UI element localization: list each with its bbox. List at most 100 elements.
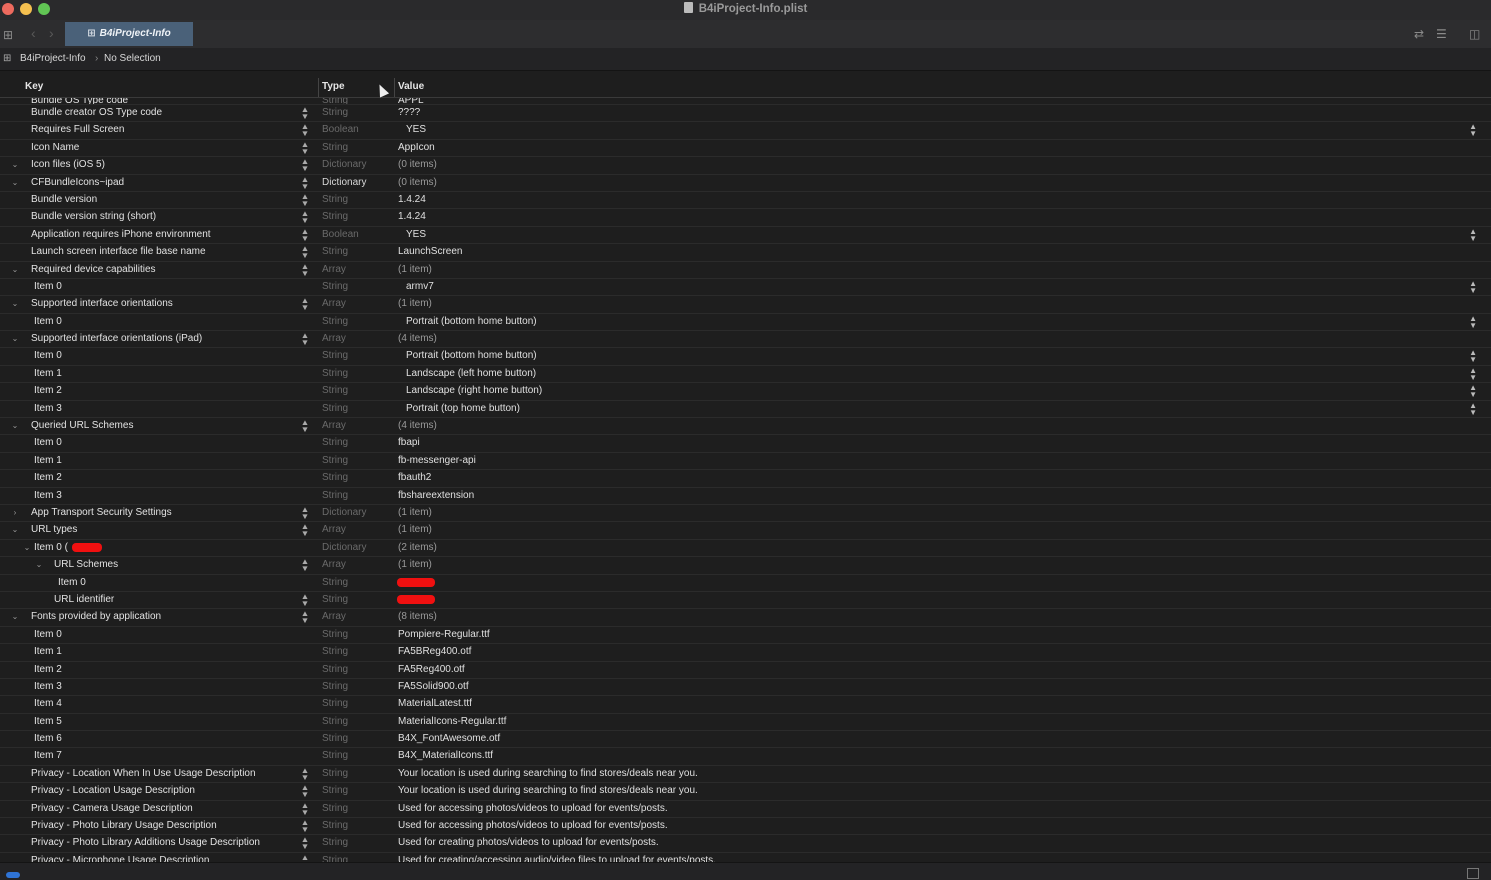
- table-row[interactable]: Requires Full Screen ▲ ▼ Boolean YES ▲ ▼: [0, 122, 1491, 140]
- row-type[interactable]: String: [322, 853, 348, 862]
- row-value[interactable]: FA5Reg400.otf: [398, 662, 465, 678]
- row-value[interactable]: AppIcon: [398, 140, 435, 156]
- key-stepper-icon[interactable]: ▲▼: [301, 210, 310, 225]
- table-row[interactable]: Item 1 String fb-messenger-api: [0, 453, 1491, 471]
- value-popup-icon[interactable]: ▲ ▼: [1469, 401, 1477, 416]
- row-type[interactable]: String: [322, 401, 348, 417]
- row-value[interactable]: (8 items): [398, 609, 437, 625]
- row-type[interactable]: String: [322, 435, 348, 451]
- key-stepper-icon[interactable]: ▲▼: [301, 419, 310, 434]
- table-row[interactable]: Privacy - Microphone Usage Description ▲▼…: [0, 853, 1491, 862]
- disclosure-open-icon[interactable]: ⌄: [10, 175, 20, 191]
- key-stepper-icon[interactable]: ▲▼: [301, 175, 310, 190]
- table-row[interactable]: Application requires iPhone environment ▲…: [0, 227, 1491, 245]
- row-value[interactable]: (2 items): [398, 540, 437, 556]
- row-type[interactable]: Dictionary: [322, 505, 366, 521]
- key-stepper-icon[interactable]: ▲▼: [301, 297, 310, 312]
- row-value[interactable]: YES: [406, 122, 426, 138]
- row-value[interactable]: Used for creating/accessing audio/video …: [398, 853, 716, 862]
- disclosure-open-icon[interactable]: ⌄: [22, 540, 32, 556]
- row-value[interactable]: Used for accessing photos/videos to uplo…: [398, 818, 668, 834]
- table-row[interactable]: Privacy - Location Usage Description ▲ ▼ St…: [0, 783, 1491, 801]
- table-row[interactable]: Item 3 String FA5Solid900.otf: [0, 679, 1491, 697]
- row-type[interactable]: String: [322, 279, 348, 295]
- table-row[interactable]: ⌄ Queried URL Schemes ▲ ▼ Array (4 items): [0, 418, 1491, 436]
- table-row[interactable]: Icon Name ▲ ▼ String AppIcon: [0, 140, 1491, 158]
- column-key-header[interactable]: Key: [25, 81, 43, 92]
- table-row[interactable]: ⌄ Supported interface orientations ▲ ▼ Array…: [0, 296, 1491, 314]
- row-type[interactable]: Dictionary: [322, 175, 366, 191]
- disclosure-open-icon[interactable]: ⌄: [10, 522, 20, 538]
- row-type[interactable]: String: [322, 662, 348, 678]
- row-value[interactable]: (1 item): [398, 557, 432, 573]
- row-type[interactable]: Dictionary: [322, 540, 366, 556]
- row-value[interactable]: Landscape (right home button): [406, 383, 542, 399]
- swap-arrows-icon[interactable]: ⇄: [1414, 27, 1424, 41]
- column-divider[interactable]: [394, 78, 395, 97]
- panel-toggle-icon[interactable]: [1467, 868, 1479, 879]
- row-value[interactable]: MaterialIcons-Regular.ttf: [398, 714, 506, 730]
- table-row[interactable]: Item 4 String MaterialLatest.ttf: [0, 696, 1491, 714]
- chevron-left-icon[interactable]: ‹: [31, 25, 36, 41]
- row-type[interactable]: String: [322, 105, 348, 121]
- column-value-header[interactable]: Value: [398, 81, 424, 92]
- key-stepper-icon[interactable]: ▲▼: [301, 262, 310, 277]
- column-type-header[interactable]: Type: [322, 81, 345, 92]
- value-popup-icon[interactable]: ▲ ▼: [1469, 279, 1477, 294]
- row-type[interactable]: String: [322, 192, 348, 208]
- row-value[interactable]: Portrait (top home button): [406, 401, 520, 417]
- table-row[interactable]: Item 2 String fbauth2: [0, 470, 1491, 488]
- row-type[interactable]: String: [322, 488, 348, 504]
- value-popup-icon[interactable]: ▲ ▼: [1469, 314, 1477, 329]
- row-type[interactable]: String: [322, 348, 348, 364]
- row-value[interactable]: 1.4.24: [398, 209, 426, 225]
- row-value[interactable]: FA5BReg400.otf: [398, 644, 471, 660]
- table-row[interactable]: Privacy - Camera Usage Description ▲ ▼ Stri…: [0, 801, 1491, 819]
- row-type[interactable]: Array: [322, 262, 346, 278]
- table-row[interactable]: Item 0 String Portrait (bottom home button…: [0, 314, 1491, 332]
- disclosure-open-icon[interactable]: ⌄: [10, 296, 20, 312]
- row-type[interactable]: Array: [322, 557, 346, 573]
- row-value[interactable]: B4X_MaterialIcons.ttf: [398, 748, 493, 764]
- row-value[interactable]: Landscape (left home button): [406, 366, 536, 382]
- row-value[interactable]: (0 items): [398, 175, 437, 191]
- tab-plist-file[interactable]: ⊞ B4iProject-Info: [65, 22, 193, 46]
- key-stepper-icon[interactable]: ▲▼: [301, 158, 310, 173]
- row-type[interactable]: String: [322, 575, 348, 591]
- row-type[interactable]: Dictionary: [322, 157, 366, 173]
- row-value[interactable]: fbauth2: [398, 470, 431, 486]
- row-value[interactable]: (4 items): [398, 331, 437, 347]
- table-row[interactable]: ⌄ URL types ▲ ▼ Array (1 item): [0, 522, 1491, 540]
- row-type[interactable]: String: [322, 627, 348, 643]
- key-stepper-icon[interactable]: ▲▼: [301, 106, 310, 121]
- row-value[interactable]: fb-messenger-api: [398, 453, 476, 469]
- table-row[interactable]: Item 7 String B4X_MaterialIcons.ttf: [0, 748, 1491, 766]
- row-value[interactable]: (1 item): [398, 296, 432, 312]
- table-row[interactable]: Bundle OS Type code String APPL: [0, 98, 1491, 105]
- row-type[interactable]: Array: [322, 522, 346, 538]
- table-row[interactable]: Item 0 String Pompiere-Regular.ttf: [0, 627, 1491, 645]
- table-row[interactable]: Item 2 String FA5Reg400.otf: [0, 662, 1491, 679]
- key-stepper-icon[interactable]: ▲▼: [301, 245, 310, 260]
- row-value[interactable]: (1 item): [398, 505, 432, 521]
- column-divider[interactable]: [318, 78, 319, 97]
- row-value[interactable]: Portrait (bottom home button): [406, 314, 537, 330]
- value-popup-icon[interactable]: ▲ ▼: [1469, 384, 1477, 399]
- row-value[interactable]: LaunchScreen: [398, 244, 463, 260]
- key-stepper-icon[interactable]: ▲▼: [301, 819, 310, 834]
- disclosure-open-icon[interactable]: ⌄: [10, 331, 20, 347]
- key-stepper-icon[interactable]: ▲▼: [301, 784, 310, 799]
- table-row[interactable]: Item 0 String: [0, 575, 1491, 592]
- value-popup-icon[interactable]: ▲ ▼: [1469, 227, 1477, 242]
- row-type[interactable]: String: [322, 766, 348, 782]
- table-row[interactable]: ⌄ Fonts provided by application ▲ ▼ Array (8 …: [0, 609, 1491, 627]
- table-row[interactable]: ⌄ URL Schemes ▲ ▼ Array (1 item): [0, 557, 1491, 575]
- key-stepper-icon[interactable]: ▲▼: [301, 801, 310, 816]
- row-type[interactable]: String: [322, 714, 348, 730]
- row-type[interactable]: String: [322, 783, 348, 799]
- key-stepper-icon[interactable]: ▲▼: [301, 558, 310, 573]
- disclosure-closed-icon[interactable]: ›: [10, 505, 20, 521]
- row-type[interactable]: String: [322, 140, 348, 156]
- table-row[interactable]: ⌄ Supported interface orientations (iPad)…: [0, 331, 1491, 349]
- row-value[interactable]: 1.4.24: [398, 192, 426, 208]
